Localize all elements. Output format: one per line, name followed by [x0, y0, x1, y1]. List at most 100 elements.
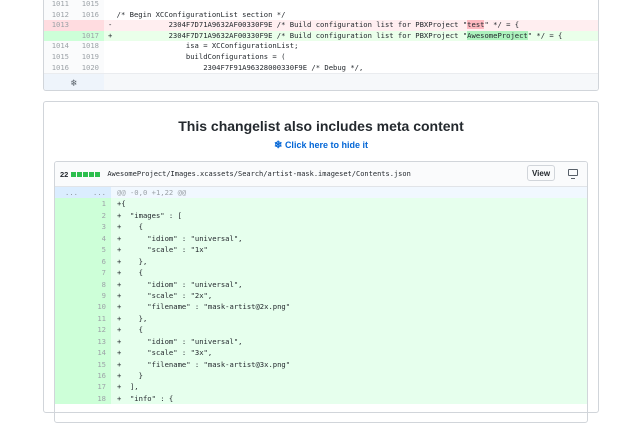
- old-line-number[interactable]: [55, 335, 83, 348]
- code-text: " */ = {: [527, 30, 563, 40]
- file-header: 22 AwesomeProject/Images.xcassets/Search…: [55, 162, 587, 187]
- new-line-number[interactable]: 1015: [74, 0, 104, 10]
- diff-line-add: 1 +{: [55, 198, 587, 210]
- old-line-number[interactable]: [55, 267, 83, 279]
- line-code: + ],: [111, 381, 587, 393]
- diff-line-add: 14 + "scale" : "3x",: [55, 347, 587, 359]
- diff-line-add: 15 + "filename" : "mask-artist@3x.png": [55, 358, 587, 370]
- old-line-number[interactable]: [55, 301, 83, 313]
- code-text: buildConfigurations = (: [116, 51, 286, 61]
- new-line-number[interactable]: 4: [83, 232, 111, 245]
- hunk-new-marker[interactable]: ...: [83, 187, 111, 199]
- code-text: " */ = {: [484, 20, 520, 30]
- old-line-number[interactable]: 1015: [44, 51, 74, 63]
- new-line-number[interactable]: 1018: [74, 41, 104, 52]
- display-toggle-icon[interactable]: [568, 169, 578, 179]
- old-line-number[interactable]: [55, 244, 83, 256]
- old-line-number[interactable]: [55, 392, 83, 405]
- new-line-number[interactable]: 1017: [74, 30, 104, 42]
- snowflake-icon: ❄: [274, 140, 283, 151]
- new-line-number[interactable]: 1019: [74, 51, 104, 63]
- old-line-number[interactable]: [55, 255, 83, 268]
- diff-marker: -: [108, 20, 113, 30]
- old-line-number[interactable]: 1016: [44, 62, 74, 74]
- diff-line-add: 2 + "images" : [: [55, 209, 587, 222]
- diff-line-ctx: 1012 1016 /* Begin XCConfigurationList se…: [44, 9, 598, 21]
- hunk-header-text: @@ -0,0 +1,22 @@: [111, 187, 587, 199]
- view-file-button[interactable]: View: [527, 165, 555, 181]
- line-code: + "idiom" : "universal",: [111, 232, 587, 245]
- new-line-number[interactable]: 2: [83, 209, 111, 222]
- old-line-number[interactable]: [55, 221, 83, 233]
- file-path[interactable]: AwesomeProject/Images.xcassets/Search/ar…: [107, 170, 410, 178]
- old-line-number[interactable]: [55, 278, 83, 290]
- line-code: + "idiom" : "universal",: [111, 335, 587, 348]
- new-line-number[interactable]: 1016: [74, 9, 104, 21]
- expander-fill: [104, 74, 598, 90]
- old-line-number[interactable]: [55, 232, 83, 245]
- hide-meta-label: Click here to hide it: [284, 140, 368, 150]
- word-highlight: AwesomeProject: [467, 30, 528, 40]
- new-line-number[interactable]: 9: [83, 289, 111, 302]
- new-line-number[interactable]: 18: [83, 392, 111, 405]
- code-text: 2304F7D71A9632AF00330F9E /* Build config…: [116, 20, 468, 30]
- hunk-old-marker[interactable]: ...: [55, 187, 83, 199]
- diffstat-blocks: [71, 171, 101, 177]
- new-line-number[interactable]: 12: [83, 324, 111, 336]
- diff-line-del: 1013 - 2304F7D71A9632AF00330F9E /* Build …: [44, 20, 598, 31]
- old-line-number[interactable]: 1011: [44, 0, 74, 10]
- hide-meta-link[interactable]: ❄ Click here to hide it: [44, 140, 598, 151]
- new-line-number[interactable]: 6: [83, 255, 111, 268]
- new-line-number[interactable]: 10: [83, 301, 111, 313]
- new-line-number[interactable]: 8: [83, 278, 111, 290]
- code-text: 2304F7D71A9632AF00330F9E /* Build config…: [116, 30, 468, 40]
- diff-line-ctx: 1016 1020 2304F7F91A96328000330F9E /* Deb…: [44, 62, 598, 74]
- line-code: + {: [111, 324, 587, 336]
- new-line-number[interactable]: 16: [83, 370, 111, 382]
- code-text: 2304F7F91A96328000330F9E /* Debug */,: [116, 62, 364, 72]
- diff-line-add: 13 + "idiom" : "universal",: [55, 335, 587, 348]
- meta-content-section: This changelist also includes meta conte…: [43, 101, 599, 423]
- line-code: + "filename" : "mask-artist@3x.png": [111, 358, 587, 370]
- old-line-number[interactable]: [55, 312, 83, 325]
- old-line-number[interactable]: [55, 370, 83, 382]
- new-line-number[interactable]: 17: [83, 381, 111, 393]
- old-line-number[interactable]: [55, 289, 83, 302]
- line-code: + },: [111, 312, 587, 325]
- new-line-number[interactable]: 13: [83, 335, 111, 348]
- old-line-number[interactable]: 1014: [44, 41, 74, 52]
- old-line-number[interactable]: [55, 209, 83, 222]
- new-line-number[interactable]: 1020: [74, 62, 104, 74]
- new-line-number[interactable]: 7: [83, 267, 111, 279]
- line-code: + },: [111, 255, 587, 268]
- old-line-number[interactable]: [44, 30, 74, 42]
- diff-line-add: 17 + ],: [55, 381, 587, 393]
- line-code: +{: [111, 198, 587, 210]
- old-line-number[interactable]: 1012: [44, 9, 74, 21]
- old-line-number[interactable]: [55, 347, 83, 359]
- old-line-number[interactable]: [55, 324, 83, 336]
- new-line-number[interactable]: 3: [83, 221, 111, 233]
- diffstat-count: 22: [60, 169, 69, 179]
- diffstat-block: [71, 171, 77, 177]
- line-code: isa = XCConfigurationList;: [104, 41, 598, 52]
- diff-line-add: 18 + "info" : {: [55, 392, 587, 405]
- diff-line-add: 4 + "idiom" : "universal",: [55, 232, 587, 245]
- unfold-icon[interactable]: ❄: [44, 74, 104, 90]
- expand-lines-row: ❄: [44, 73, 598, 90]
- line-code: /* Begin XCConfigurationList section */: [104, 10, 598, 21]
- old-line-number[interactable]: [55, 358, 83, 370]
- new-line-number[interactable]: 11: [83, 312, 111, 325]
- line-code: + "idiom" : "universal",: [111, 278, 587, 290]
- hunk-header: ... ... @@ -0,0 +1,22 @@: [55, 187, 587, 199]
- new-line-number[interactable]: 15: [83, 358, 111, 370]
- new-line-number[interactable]: [74, 20, 104, 31]
- new-line-number[interactable]: 5: [83, 244, 111, 256]
- new-line-number[interactable]: 1: [83, 198, 111, 210]
- new-line-number[interactable]: 14: [83, 347, 111, 359]
- old-line-number[interactable]: [55, 198, 83, 210]
- old-line-number[interactable]: 1013: [44, 20, 74, 31]
- line-code: + {: [111, 267, 587, 279]
- old-line-number[interactable]: [55, 381, 83, 393]
